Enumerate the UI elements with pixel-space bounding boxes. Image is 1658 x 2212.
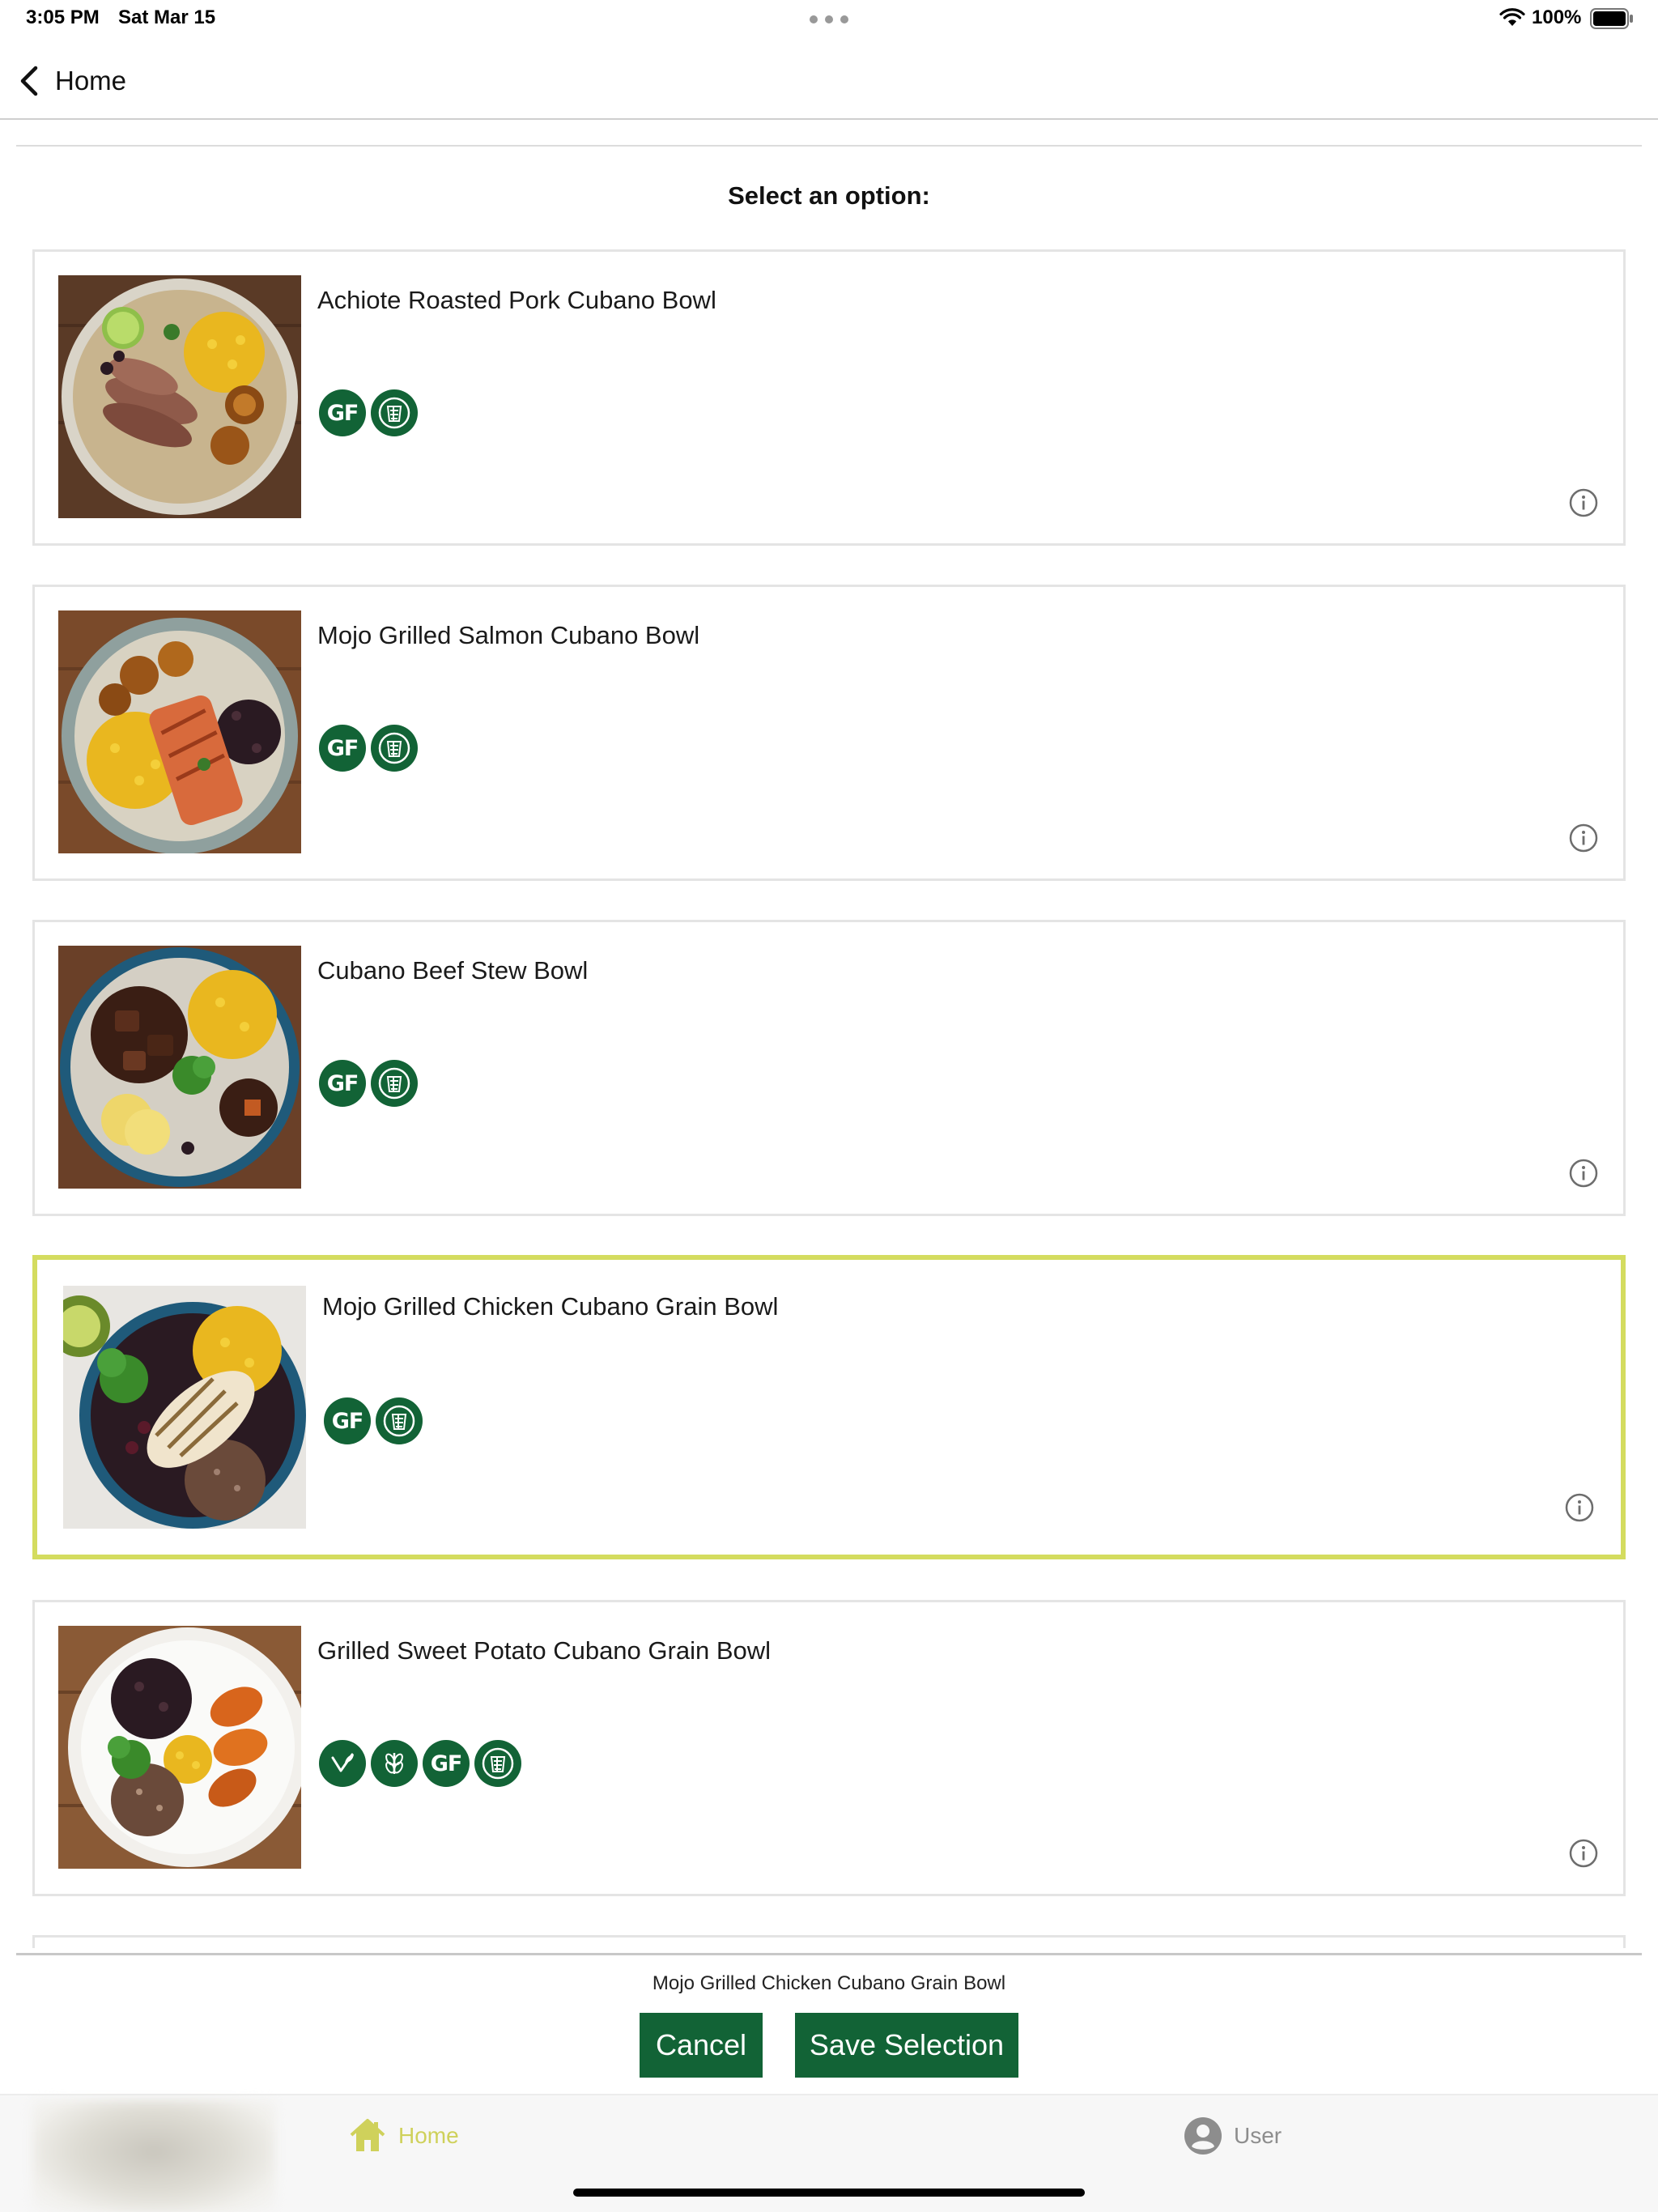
- tab-home-label: Home: [398, 2123, 459, 2148]
- whole-grain-badge-icon: [376, 1397, 423, 1444]
- info-icon[interactable]: [1563, 1491, 1596, 1524]
- option-name: Mojo Grilled Salmon Cubano Bowl: [317, 621, 700, 649]
- option-name: Mojo Grilled Chicken Cubano Grain Bowl: [322, 1292, 779, 1321]
- tab-user-label: User: [1234, 2123, 1282, 2148]
- option-card-selected[interactable]: Mojo Grilled Chicken Cubano Grain Bowl G…: [32, 1255, 1626, 1559]
- tab-user[interactable]: User: [1184, 2113, 1282, 2159]
- option-card[interactable]: Cubano Beef Stew Bowl GF: [32, 920, 1626, 1216]
- back-button[interactable]: Home: [15, 57, 126, 105]
- option-name: Grilled Sweet Potato Cubano Grain Bowl: [317, 1636, 772, 1665]
- gluten-free-badge-icon: GF: [423, 1740, 470, 1787]
- blurred-background: [32, 2100, 275, 2212]
- vegetarian-badge-icon: [371, 1740, 418, 1787]
- option-card-partial[interactable]: [32, 1935, 1626, 1948]
- chevron-left-icon: [20, 66, 38, 96]
- info-icon[interactable]: [1567, 1157, 1600, 1189]
- info-icon[interactable]: [1567, 487, 1600, 519]
- dietary-badges: GF: [319, 389, 418, 436]
- whole-grain-badge-icon: [474, 1740, 521, 1787]
- navigation-bar: Home: [0, 49, 1658, 120]
- option-name: Achiote Roasted Pork Cubano Bowl: [317, 286, 716, 314]
- option-name: Cubano Beef Stew Bowl: [317, 956, 589, 985]
- option-card[interactable]: Achiote Roasted Pork Cubano Bowl GF: [32, 249, 1626, 546]
- gluten-free-badge-icon: GF: [324, 1397, 371, 1444]
- option-card[interactable]: Grilled Sweet Potato Cubano Grain Bowl G…: [32, 1600, 1626, 1896]
- dietary-badges: GF: [319, 725, 418, 772]
- page-title: Select an option:: [728, 181, 930, 210]
- option-card[interactable]: Mojo Grilled Salmon Cubano Bowl GF: [32, 585, 1626, 881]
- whole-grain-badge-icon: [371, 1060, 418, 1107]
- food-photo: [58, 1626, 301, 1869]
- user-avatar-icon: [1184, 2117, 1222, 2155]
- vegan-badge-icon: [319, 1740, 366, 1787]
- gluten-free-badge-icon: GF: [319, 725, 366, 772]
- status-bar: 3:05 PM Sat Mar 15 100%: [0, 0, 1658, 39]
- info-icon[interactable]: [1567, 822, 1600, 854]
- whole-grain-badge-icon: [371, 725, 418, 772]
- options-list[interactable]: Achiote Roasted Pork Cubano Bowl GF Mojo…: [0, 243, 1658, 1948]
- cancel-button[interactable]: Cancel: [640, 2013, 763, 2078]
- gluten-free-badge-icon: GF: [319, 1060, 366, 1107]
- food-photo: [58, 946, 301, 1189]
- divider: [16, 145, 1642, 147]
- food-photo: [58, 610, 301, 853]
- gluten-free-badge-icon: GF: [319, 389, 366, 436]
- back-label: Home: [55, 66, 127, 96]
- whole-grain-badge-icon: [371, 389, 418, 436]
- battery-icon: [1590, 8, 1633, 29]
- food-photo: [63, 1286, 306, 1529]
- home-icon: [350, 2119, 385, 2151]
- multitasking-dots-icon[interactable]: [810, 3, 848, 36]
- dietary-badges: GF: [319, 1060, 418, 1107]
- selected-option-summary: Mojo Grilled Chicken Cubano Grain Bowl: [652, 1972, 1006, 1994]
- tab-home[interactable]: Home: [348, 2113, 459, 2159]
- status-time: 3:05 PM: [26, 6, 100, 28]
- battery-percentage: 100%: [1532, 6, 1582, 28]
- divider: [16, 1953, 1642, 1955]
- status-date: Sat Mar 15: [118, 6, 216, 28]
- dietary-badges: GF: [324, 1397, 423, 1444]
- info-icon[interactable]: [1567, 1837, 1600, 1870]
- save-selection-button[interactable]: Save Selection: [795, 2013, 1018, 2078]
- home-indicator[interactable]: [573, 2189, 1085, 2197]
- wifi-icon: [1499, 8, 1525, 26]
- dietary-badges: GF: [319, 1740, 521, 1787]
- food-photo: [58, 275, 301, 518]
